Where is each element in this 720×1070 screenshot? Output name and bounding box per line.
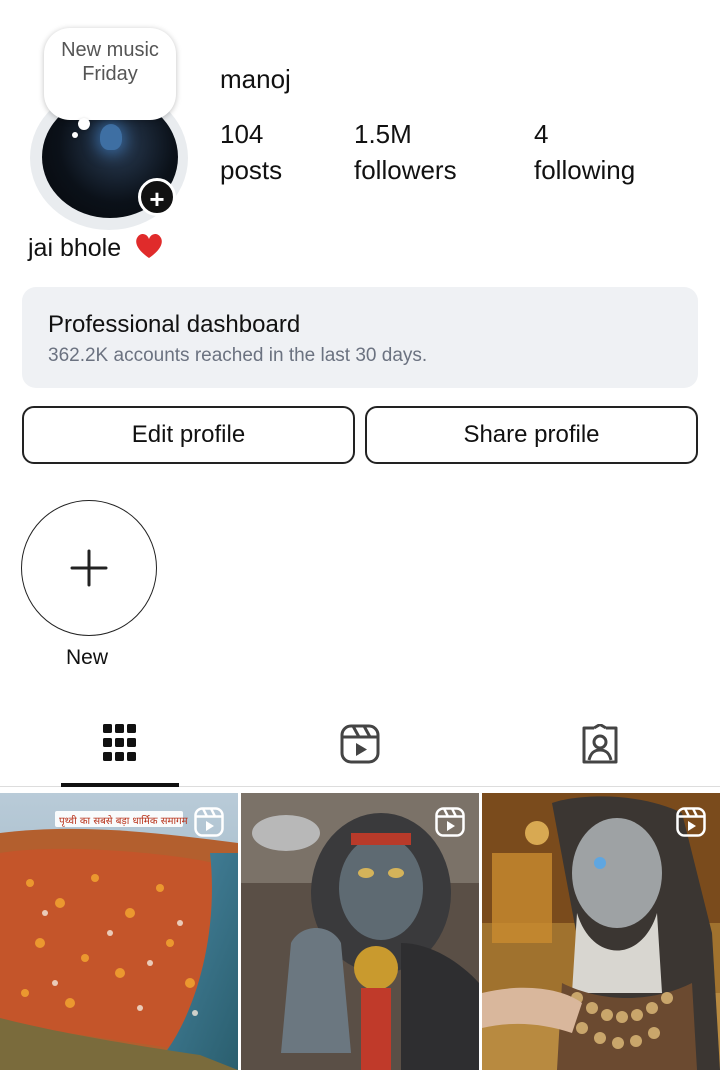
reels-icon	[340, 724, 380, 764]
tab-reels[interactable]	[340, 724, 380, 764]
stat-following[interactable]: 4 following	[534, 116, 635, 188]
tab-grid[interactable]	[101, 722, 139, 764]
share-profile-button[interactable]: Share profile	[365, 406, 698, 464]
reel-badge-icon	[435, 807, 465, 837]
stat-followers-label: followers	[354, 155, 457, 185]
note-bubble-tail	[78, 118, 90, 130]
stat-posts-label: posts	[220, 155, 283, 185]
tagged-icon	[582, 722, 618, 764]
post-thumbnail[interactable]	[241, 793, 479, 1070]
new-highlight-button[interactable]	[21, 500, 157, 636]
stat-following-value: 4	[534, 119, 549, 149]
username: manoj	[220, 64, 291, 94]
dashboard-subtitle: 362.2K accounts reached in the last 30 d…	[48, 345, 428, 366]
note-bubble[interactable]: New music Friday	[44, 28, 176, 120]
note-bubble-tail-small	[72, 132, 78, 138]
dashboard-title: Professional dashboard	[48, 311, 301, 338]
heart-icon	[134, 232, 164, 267]
post-thumbnail[interactable]	[482, 793, 720, 1070]
stat-posts[interactable]: 104 posts	[220, 116, 282, 188]
stat-followers-value: 1.5M	[354, 119, 412, 149]
stat-posts-value: 104	[220, 119, 264, 149]
reel-badge-icon	[676, 807, 706, 837]
edit-profile-button[interactable]: Edit profile	[22, 406, 355, 464]
stat-following-label: following	[534, 155, 636, 185]
new-highlight-label: New	[66, 646, 109, 669]
active-tab-indicator	[61, 783, 179, 787]
professional-dashboard[interactable]: Professional dashboard 362.2K accounts r…	[22, 287, 698, 388]
bio-text: jai bhole	[28, 234, 122, 262]
add-story-button[interactable]: +	[138, 178, 176, 216]
plus-icon	[70, 549, 108, 587]
tab-tagged[interactable]	[580, 722, 620, 766]
post-banner-text: पृथ्वी का सबसे बड़ा धार्मिक समागम	[59, 816, 188, 827]
bio: jai bhole	[28, 232, 164, 267]
post-thumbnail[interactable]: पृथ्वी का सबसे बड़ा धार्मिक समागम	[0, 793, 238, 1070]
stat-followers[interactable]: 1.5M followers	[354, 116, 457, 188]
reel-badge-icon	[194, 807, 224, 837]
grid-icon	[103, 724, 136, 761]
